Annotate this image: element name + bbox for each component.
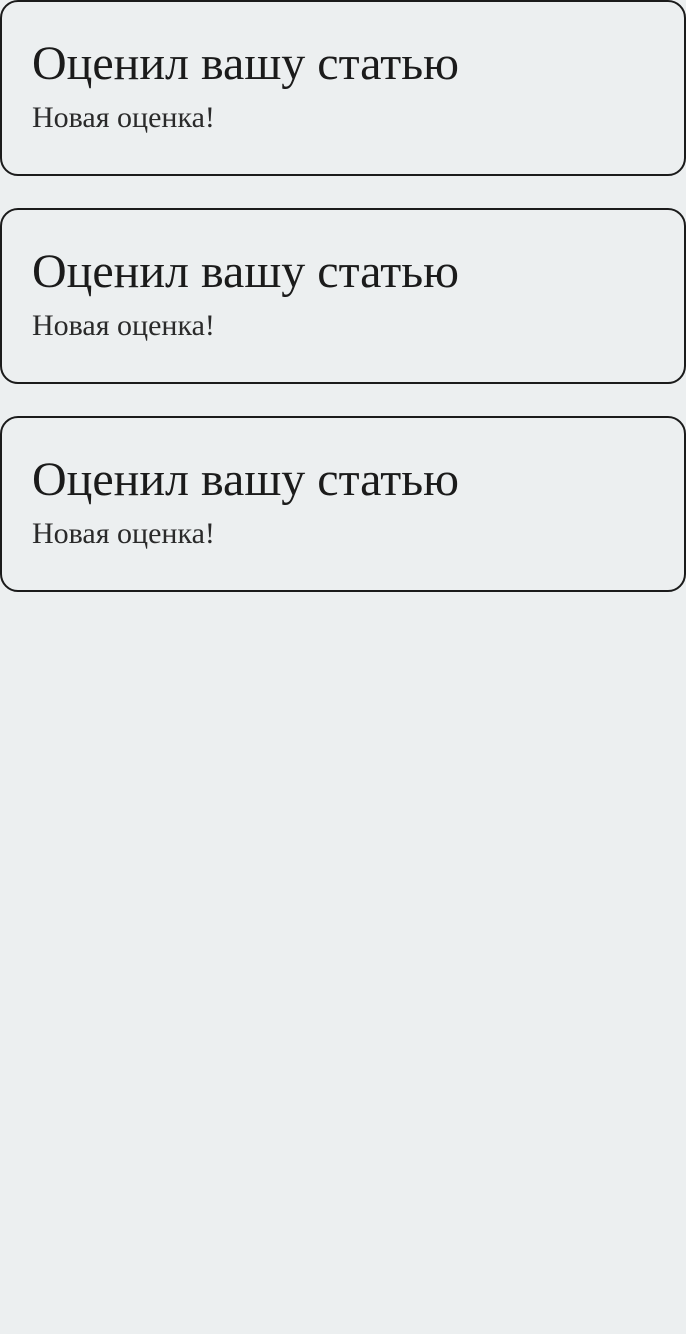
- notification-title: Оценил вашу статью: [32, 453, 459, 506]
- notification-card[interactable]: Оценил вашу статью Новая оценка!: [0, 0, 686, 176]
- notification-title: Оценил вашу статью: [32, 245, 459, 298]
- notification-subtitle: Новая оценка!: [32, 309, 215, 342]
- notification-card[interactable]: Оценил вашу статью Новая оценка!: [0, 208, 686, 384]
- notification-list: Оценил вашу статью Новая оценка! Оценил …: [0, 0, 686, 624]
- notification-title: Оценил вашу статью: [32, 37, 459, 90]
- notification-subtitle: Новая оценка!: [32, 517, 215, 550]
- notification-card[interactable]: Оценил вашу статью Новая оценка!: [0, 416, 686, 592]
- notification-subtitle: Новая оценка!: [32, 101, 215, 134]
